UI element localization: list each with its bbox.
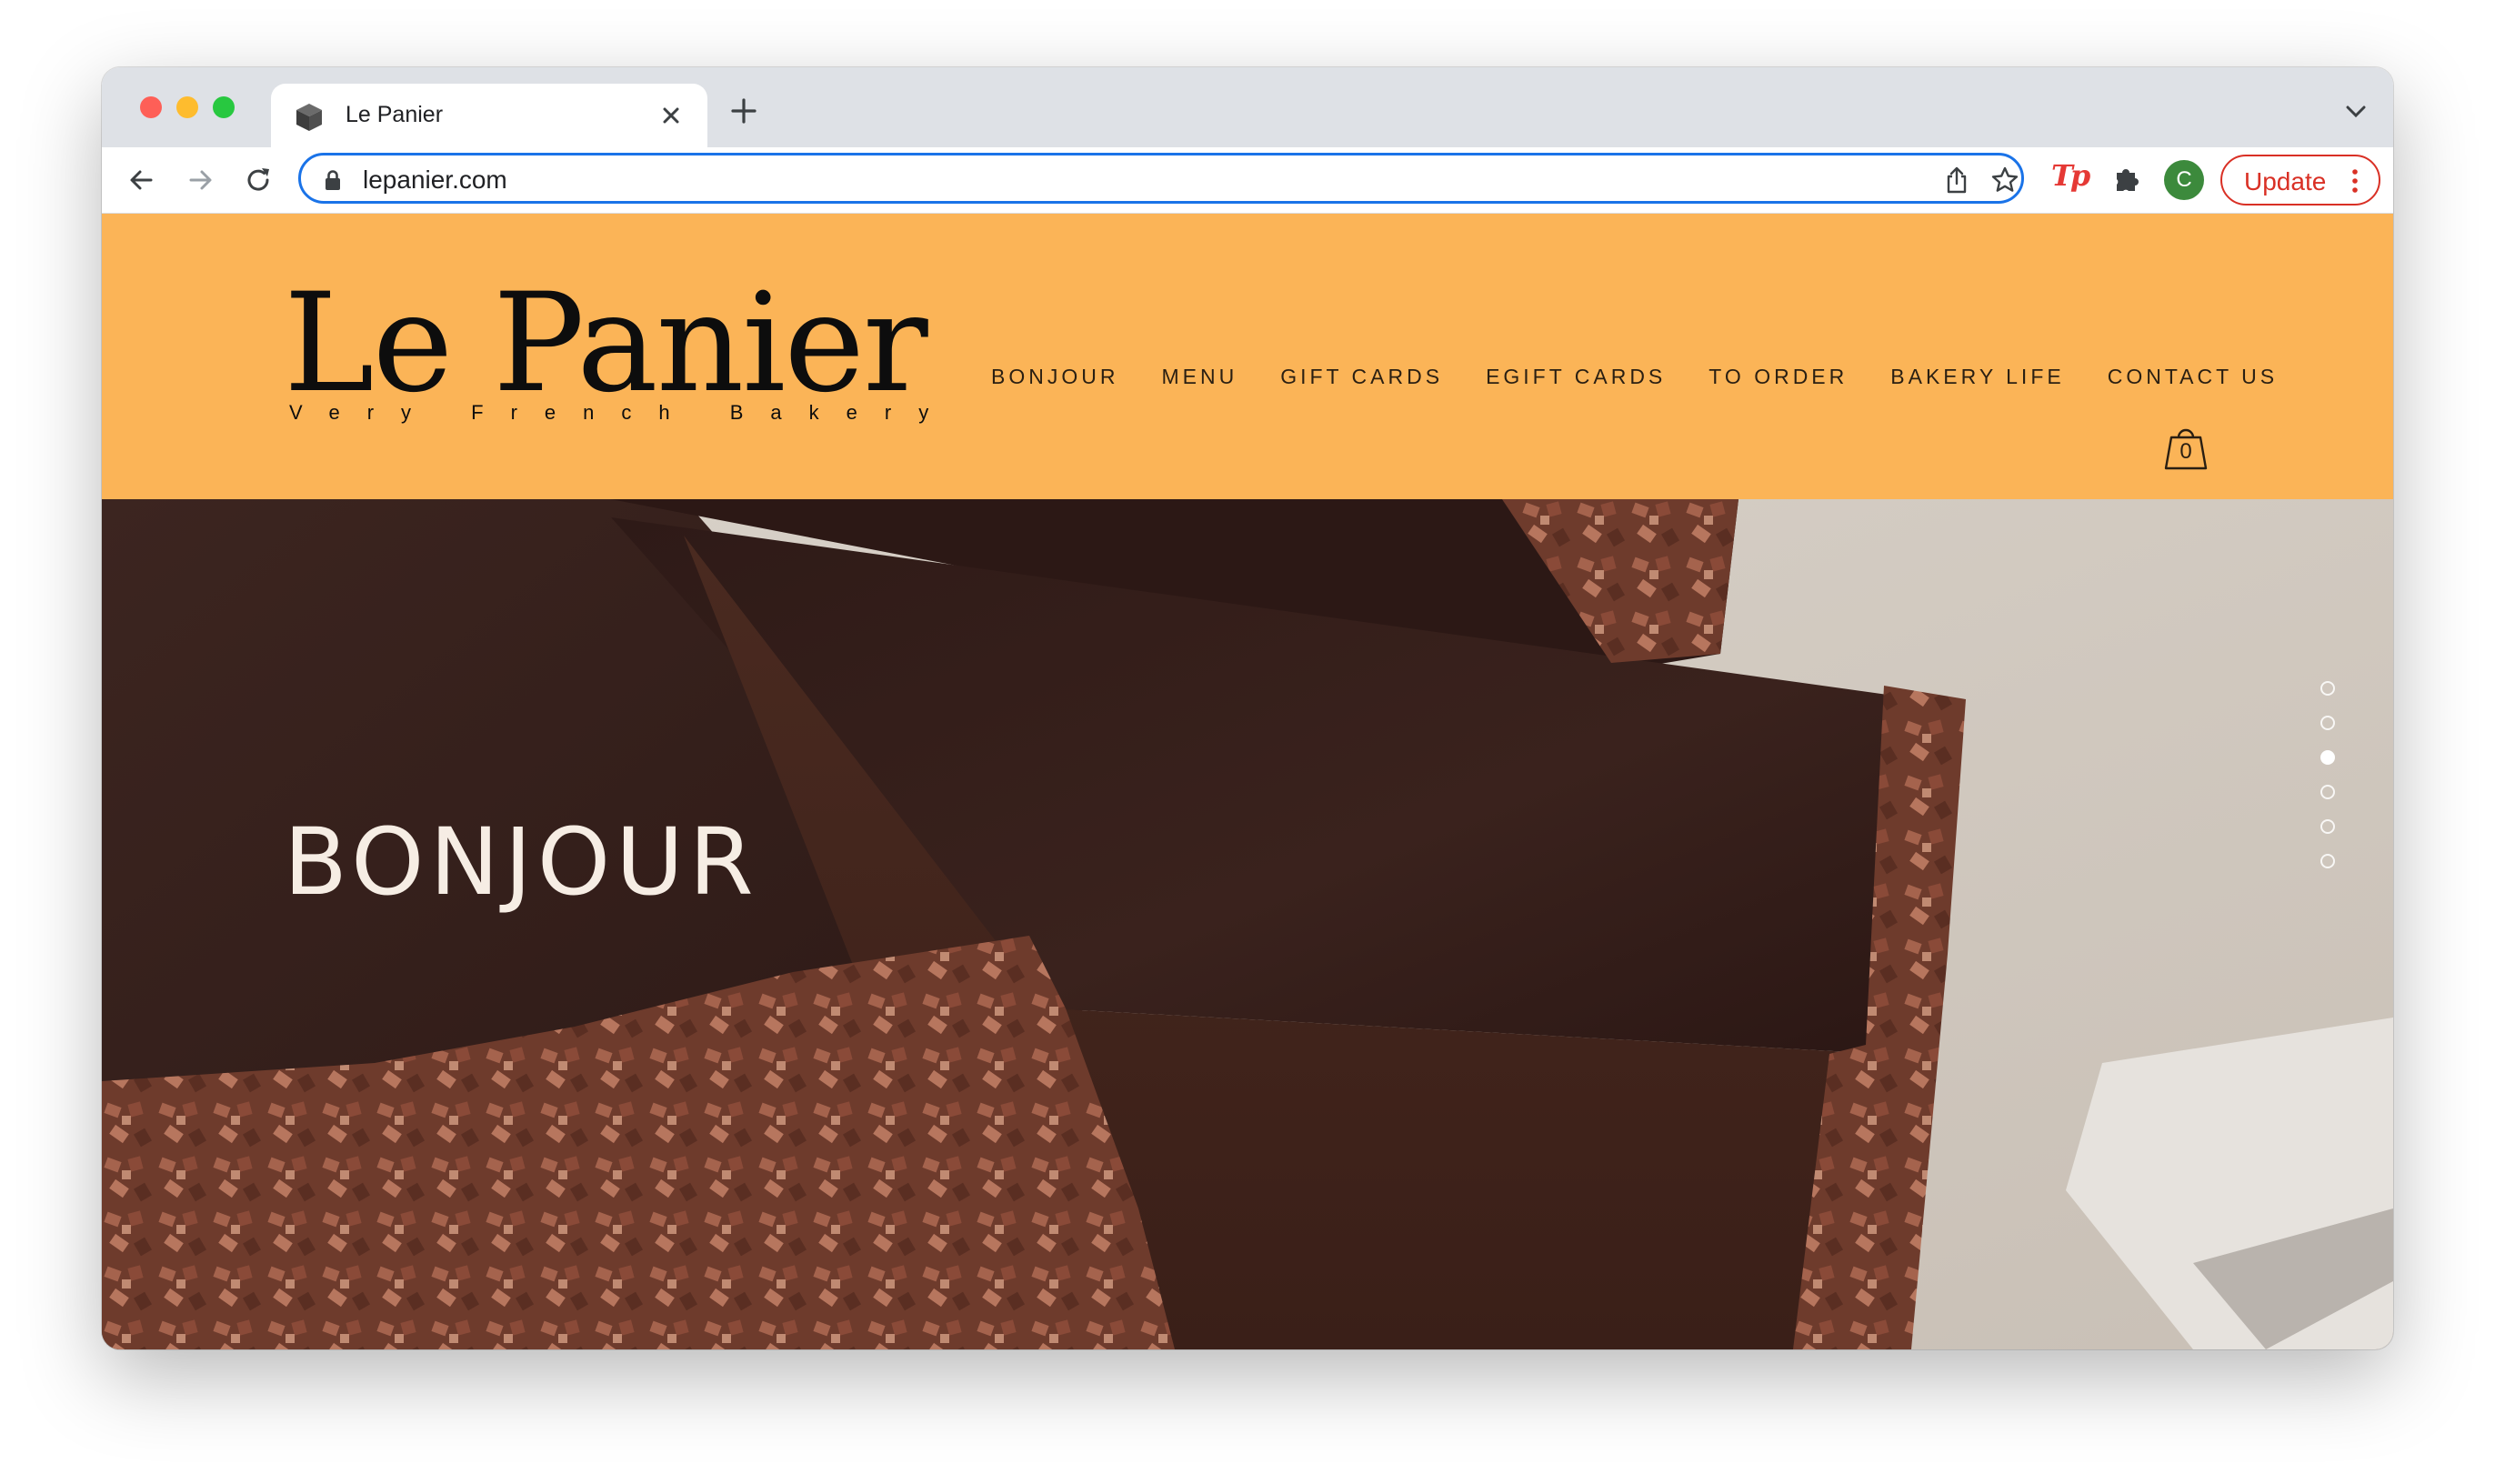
cube-favicon-icon [296, 104, 322, 131]
minimize-window-button[interactable] [176, 96, 198, 118]
browser-window: Le Panier lepanier.com Tp C Update Le Pa… [102, 67, 2393, 1349]
url-text[interactable]: lepanier.com [363, 165, 507, 195]
nav-item-egift-cards[interactable]: EGIFT CARDS [1486, 365, 1666, 389]
tab-title: Le Panier [346, 102, 444, 127]
back-arrow-icon[interactable] [125, 164, 158, 196]
slider-dots [2320, 681, 2348, 881]
site-header: Le Panier Very French Bakery BONJOUR MEN… [102, 214, 2393, 499]
profile-avatar[interactable]: C [2164, 160, 2204, 200]
nav-item-to-order[interactable]: TO ORDER [1708, 365, 1848, 389]
update-button[interactable]: Update [2220, 155, 2380, 206]
browser-toolbar: lepanier.com Tp C Update [102, 147, 2393, 214]
slider-dot-3[interactable] [2320, 750, 2335, 765]
share-icon[interactable] [1943, 165, 1970, 195]
slider-dot-4[interactable] [2320, 785, 2335, 799]
forward-arrow-icon[interactable] [184, 164, 216, 196]
browser-tab[interactable]: Le Panier [271, 84, 707, 147]
bookmark-star-icon[interactable] [1990, 165, 2019, 195]
extension-tp-icon[interactable]: Tp [2051, 158, 2090, 193]
hero-title: BONJOUR [284, 808, 759, 917]
update-label: Update [2244, 167, 2327, 196]
nav-item-menu[interactable]: MENU [1161, 365, 1237, 389]
cart-count: 0 [2179, 439, 2192, 464]
slider-dot-2[interactable] [2320, 716, 2335, 730]
cart-button[interactable]: 0 [2160, 425, 2211, 472]
maximize-window-button[interactable] [213, 96, 235, 118]
close-tab-icon[interactable] [658, 103, 684, 128]
nav-item-contact-us[interactable]: CONTACT US [2108, 365, 2278, 389]
nav-item-bakery-life[interactable]: BAKERY LIFE [1890, 365, 2064, 389]
site-tagline: Very French Bakery [289, 401, 957, 424]
address-bar[interactable]: lepanier.com [298, 153, 2024, 204]
site-logo[interactable]: Le Panier [284, 276, 928, 412]
slider-dot-6[interactable] [2320, 854, 2335, 868]
hero-banner: BONJOUR [102, 499, 2393, 1349]
extensions-puzzle-icon[interactable] [2111, 162, 2144, 195]
nav-item-bonjour[interactable]: BONJOUR [991, 365, 1118, 389]
more-vertical-icon [2352, 169, 2358, 193]
main-nav: BONJOUR MENU GIFT CARDS EGIFT CARDS TO O… [991, 365, 2278, 389]
plus-icon[interactable] [729, 96, 758, 125]
tab-strip: Le Panier [102, 67, 2393, 147]
close-window-button[interactable] [140, 96, 162, 118]
slider-dot-1[interactable] [2320, 681, 2335, 696]
nav-item-gift-cards[interactable]: GIFT CARDS [1280, 365, 1443, 389]
chocolate-cake-image [102, 499, 2393, 1349]
chevron-down-icon[interactable] [2344, 104, 2368, 120]
avatar-letter: C [2176, 167, 2192, 192]
reload-icon[interactable] [242, 164, 275, 196]
lock-icon[interactable] [323, 169, 343, 191]
slider-dot-5[interactable] [2320, 819, 2335, 834]
